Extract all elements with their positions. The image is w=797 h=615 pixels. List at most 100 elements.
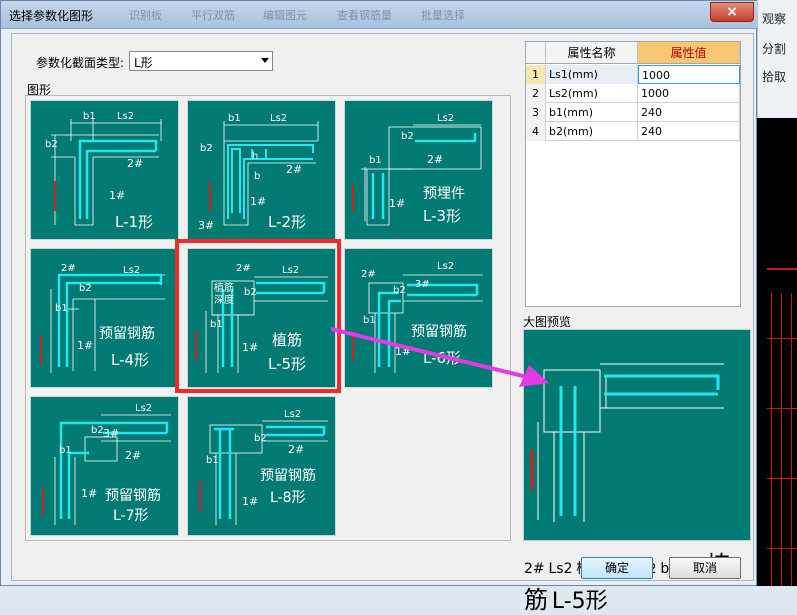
shape-name: L-1形 — [115, 213, 154, 231]
chevron-down-icon — [261, 58, 269, 63]
grid-line — [767, 548, 797, 549]
grid-line — [771, 293, 772, 586]
table-row[interactable]: 2 Ls2(mm) 1000 — [526, 84, 740, 103]
preview-shape-name: L-5形 — [551, 589, 608, 614]
row-name: Ls2(mm) — [546, 84, 638, 103]
toolbar-ghost-item: 平行双筋 — [191, 9, 235, 22]
rebar-label: 1# — [250, 195, 267, 208]
shape-tile-l3[interactable]: Ls2 b2 b1 2# 1# 预埋件 L-3形 — [344, 100, 493, 240]
row-name: Ls1(mm) — [546, 65, 638, 84]
annotation-arrow — [331, 327, 549, 387]
dim-label: b2 — [200, 143, 213, 154]
dim-label: b2 — [45, 139, 58, 150]
shape-tile-l7[interactable]: Ls2 b2 3# b1 2# 1# 预留钢筋 L-7形 — [30, 396, 179, 536]
shape-tile-l8[interactable]: Ls2 b2 2# b1 1# 预留钢筋 L-8形 — [187, 396, 336, 536]
rebar-label: 2# — [427, 153, 444, 166]
dim-label: b1 — [59, 445, 72, 456]
dim-label: Ls2 — [117, 111, 135, 122]
rebar-label: 2# — [127, 157, 144, 170]
table-row[interactable]: 3 b1(mm) 240 — [526, 103, 740, 122]
dim-label: b2 — [254, 433, 267, 444]
toolbar-ghost-item: 编辑图元 — [263, 9, 307, 22]
shape-name: L-2形 — [268, 213, 307, 231]
ok-button[interactable]: 确定 — [581, 557, 653, 579]
row-index: 4 — [526, 122, 546, 141]
dim-label: b — [254, 171, 261, 182]
l7-diagram — [42, 414, 171, 525]
row-index: 1 — [526, 65, 546, 84]
dim-label: Ls2 — [284, 409, 302, 420]
cancel-button[interactable]: 取消 — [669, 557, 741, 579]
observe-tool[interactable]: 观察 — [762, 10, 786, 27]
rebar-label: 3# — [415, 279, 430, 290]
shape-name: L-7形 — [113, 508, 149, 524]
dim-label: b1 — [83, 111, 96, 122]
grid-line — [767, 478, 797, 479]
l3-diagram — [352, 124, 482, 226]
grid-line — [767, 268, 797, 270]
row-name: b1(mm) — [546, 103, 638, 122]
grid-line — [767, 408, 797, 409]
dim-label: Ls2 — [135, 403, 153, 414]
canvas-area[interactable] — [757, 118, 797, 586]
table-row[interactable]: 1 Ls1(mm) 1000 — [526, 65, 740, 84]
toolbar-ghost-item: 查看钢筋量 — [337, 9, 392, 22]
rebar-label: 3# — [198, 219, 215, 232]
close-button[interactable]: × — [710, 2, 754, 22]
section-type-select[interactable]: L形 — [129, 51, 273, 71]
toolbar-ghost-item: 识别板 — [129, 9, 162, 22]
row-value-input[interactable]: 240 — [638, 103, 740, 122]
shape-extra-label: 预留钢筋 — [105, 488, 161, 504]
rebar-label: 3# — [103, 427, 120, 440]
pick-tool[interactable]: 拾取 — [762, 68, 786, 85]
dim-label: b1 — [369, 155, 382, 166]
section-type-label: 参数化截面类型: — [36, 56, 125, 70]
shape-tile-l4[interactable]: 2# Ls2 b2 b1 1# 预留钢筋 L-4形 — [30, 248, 179, 388]
rebar-label: 2# — [524, 561, 545, 577]
shape-name: L-4形 — [111, 351, 150, 369]
section-type-value: L形 — [134, 56, 153, 70]
grid-line — [791, 293, 792, 586]
title-bar[interactable]: 选择参数化图形 识别板 平行双筋 编辑图元 查看钢筋量 批量选择 × — [1, 1, 758, 29]
l4-diagram — [40, 273, 165, 373]
rebar-label: 2# — [361, 269, 376, 280]
l1-diagram — [51, 119, 162, 226]
rebar-label: 2# — [61, 263, 76, 274]
dim-label: Ls2 — [270, 113, 288, 124]
dim-label: b2 — [401, 131, 414, 142]
split-tool[interactable]: 分割 — [762, 40, 786, 57]
rebar-label: 2# — [288, 443, 305, 456]
table-header-index — [526, 42, 546, 64]
property-table: 属性名称 属性值 1 Ls1(mm) 1000 2 Ls2(mm) 1000 3… — [525, 41, 741, 307]
close-icon: × — [726, 4, 738, 20]
rebar-label: 1# — [242, 495, 259, 508]
row-name: b2(mm) — [546, 122, 638, 141]
right-toolbar-panel: 观察 分割 拾取 — [757, 0, 797, 118]
rebar-label: 2# — [125, 449, 142, 462]
row-value-input[interactable]: 240 — [638, 122, 740, 141]
rebar-label: 1# — [109, 189, 126, 202]
dim-label: Ls2 — [437, 261, 455, 272]
shape-name: L-3形 — [423, 207, 462, 225]
row-index: 3 — [526, 103, 546, 122]
shape-extra-label: 预留钢筋 — [260, 468, 316, 484]
rebar-label: 1# — [389, 197, 406, 210]
shape-extra-label: 预留钢筋 — [99, 326, 155, 342]
rebar-label: 2# — [286, 163, 303, 176]
select-parametric-shape-dialog: 选择参数化图形 识别板 平行双筋 编辑图元 查看钢筋量 批量选择 × 参数化截面… — [0, 0, 758, 614]
selected-shape-highlight — [175, 239, 341, 393]
row-value-input[interactable]: 1000 — [638, 84, 740, 103]
table-header-name: 属性名称 — [546, 42, 638, 64]
table-row[interactable]: 4 b2(mm) 240 — [526, 122, 740, 141]
dim-label: b2 — [79, 283, 92, 294]
dim-label: b1 — [206, 455, 219, 466]
rebar-label: 1# — [77, 339, 94, 352]
shape-tile-l2[interactable]: b1 Ls2 b2 h b 3# 2# 1# L-2形 — [187, 100, 336, 240]
shape-name: L-8形 — [270, 490, 306, 506]
shape-tile-l1[interactable]: b1 Ls2 b2 2# 1# L-1形 — [30, 100, 179, 240]
dim-label: h — [252, 151, 259, 162]
dialog-title: 选择参数化图形 — [9, 9, 94, 23]
table-header-value: 属性值 — [638, 42, 740, 64]
row-value-input[interactable]: 1000 — [638, 65, 740, 84]
rebar-label: 1# — [81, 487, 98, 500]
